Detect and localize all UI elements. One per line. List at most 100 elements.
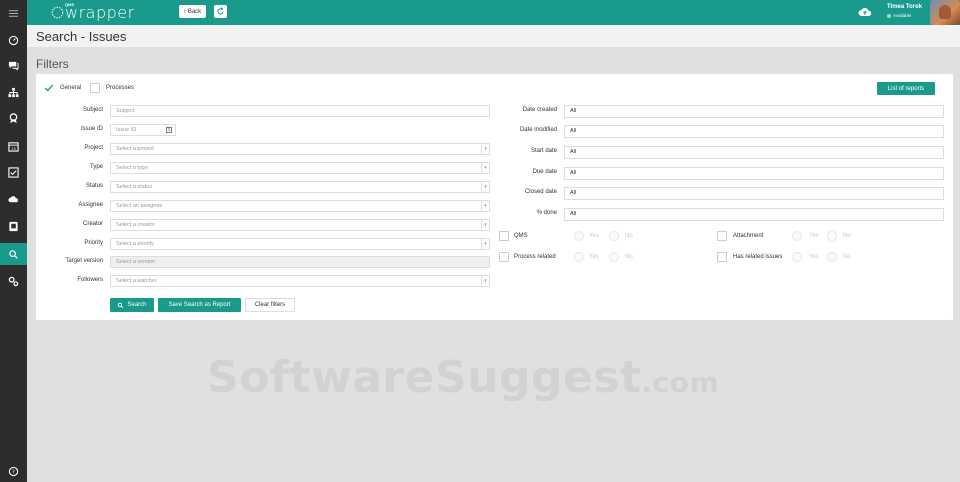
search-icon[interactable] [0, 243, 27, 265]
attachment-no-radio[interactable] [827, 231, 837, 241]
start-date-label: Start date [530, 148, 557, 154]
app-logo[interactable]: wrapper QMS [50, 2, 135, 22]
processes-checkbox[interactable] [90, 83, 100, 93]
due-date-label: Due date [532, 169, 557, 175]
svg-text:15: 15 [11, 147, 16, 151]
watermark-suffix: .com [641, 366, 720, 399]
qms-no-radio[interactable] [609, 231, 619, 241]
refresh-icon [217, 7, 224, 15]
attachment-yes-radio[interactable] [792, 231, 802, 241]
process-related-yes-label: Yes [589, 254, 599, 260]
document-icon[interactable] [0, 215, 27, 237]
search-button[interactable]: Search [110, 298, 154, 312]
followers-select[interactable]: Select a watcher ▾ [110, 275, 490, 287]
user-name[interactable]: Timea Torok [887, 4, 922, 10]
project-placeholder: Select a project [116, 146, 154, 152]
cloud-icon[interactable] [0, 188, 27, 210]
cloud-upload-icon[interactable] [858, 6, 872, 18]
checkmark-icon[interactable] [44, 83, 54, 93]
type-placeholder: Select a type [116, 165, 148, 171]
qms-no-label: No [625, 233, 633, 239]
has-related-issues-yes-radio[interactable] [792, 252, 802, 262]
chevron-left-icon: ‹ [183, 8, 186, 15]
avatar[interactable] [930, 0, 960, 25]
dashboard-icon[interactable] [0, 29, 27, 51]
issue-id-input[interactable]: Issue ID ⇕ [110, 124, 176, 136]
date-created-label: Date created [522, 107, 557, 113]
tab-general[interactable]: General [60, 85, 81, 91]
status-select[interactable]: Select a status ▾ [110, 181, 490, 193]
logo-icon [51, 6, 64, 18]
save-search-as-report-button[interactable]: Save Search as Report [158, 298, 241, 312]
qms-checkbox[interactable] [499, 231, 509, 241]
chevron-down-icon[interactable]: ▾ [481, 220, 489, 230]
chevron-down-icon[interactable]: ▾ [481, 201, 489, 211]
attachment-no-label: No [843, 233, 851, 239]
back-button[interactable]: ‹ Back [179, 5, 206, 18]
followers-label: Followers [77, 277, 103, 283]
closed-date-select[interactable]: All [564, 187, 944, 200]
target-version-select: Select a version [110, 256, 490, 268]
process-related-checkbox[interactable] [499, 252, 509, 262]
chevron-down-icon[interactable]: ▾ [481, 182, 489, 192]
done-select[interactable]: All [564, 208, 944, 221]
assignee-select[interactable]: Select an assignee ▾ [110, 200, 490, 212]
search-icon [118, 302, 124, 308]
qms-yes-label: Yes [589, 233, 599, 239]
project-label: Project [84, 145, 103, 151]
stepper-icon[interactable]: ⇕ [166, 127, 172, 133]
priority-placeholder: Select a priority [116, 241, 154, 247]
logo-tag: QMS [65, 2, 75, 7]
process-related-yes-radio[interactable] [574, 252, 584, 262]
has-related-issues-no-label: No [843, 254, 851, 260]
filters-panel: General Processes List of reports QMS Ye… [36, 74, 953, 320]
menu-icon[interactable] [0, 2, 27, 24]
start-date-select[interactable]: All [564, 146, 944, 159]
chevron-down-icon[interactable]: ▾ [481, 239, 489, 249]
project-select[interactable]: Select a project ▾ [110, 143, 490, 155]
chevron-down-icon[interactable]: ▾ [481, 163, 489, 173]
attachment-checkbox[interactable] [717, 231, 727, 241]
logo-text: wrapper [65, 2, 135, 22]
creator-select[interactable]: Select a creator ▾ [110, 219, 490, 231]
user-status-label: Available [893, 13, 912, 18]
chevron-down-icon[interactable]: ▾ [481, 144, 489, 154]
type-select[interactable]: Select a type ▾ [110, 162, 490, 174]
list-of-reports-button[interactable]: List of reports [877, 82, 935, 95]
closed-date-label: Closed date [524, 189, 557, 195]
settings-icon[interactable] [0, 270, 27, 292]
priority-select[interactable]: Select a priority ▾ [110, 238, 490, 250]
status-dot-icon [887, 13, 891, 18]
qms-yes-radio[interactable] [574, 231, 584, 241]
award-icon[interactable] [0, 107, 27, 129]
tab-processes[interactable]: Processes [106, 85, 134, 91]
attachment-label: Attachment [733, 233, 764, 239]
has-related-issues-yes-label: Yes [809, 254, 819, 260]
creator-placeholder: Select a creator [116, 222, 155, 228]
target-version-placeholder: Select a version [116, 259, 156, 265]
process-related-no-radio[interactable] [609, 252, 619, 262]
help-icon[interactable]: ? [0, 460, 27, 482]
refresh-button[interactable] [214, 5, 227, 18]
subject-input[interactable]: Subject [110, 105, 490, 117]
checklist-icon[interactable] [0, 161, 27, 183]
chevron-down-icon[interactable]: ▾ [481, 276, 489, 286]
org-chart-icon[interactable] [0, 81, 27, 103]
date-created-select[interactable]: All [564, 105, 944, 118]
calendar-icon[interactable]: 15 [0, 135, 27, 157]
status-label: Status [85, 183, 103, 189]
qms-label: QMS [514, 233, 528, 239]
clear-filters-button[interactable]: Clear filters [245, 298, 295, 312]
chat-icon[interactable] [0, 54, 27, 76]
sidebar: 15 ? [0, 0, 27, 482]
section-title: Filters [36, 57, 69, 71]
has-related-issues-no-radio[interactable] [827, 252, 837, 262]
date-modified-label: Date modified [519, 127, 557, 133]
subject-label: Subject [82, 107, 103, 113]
watermark: SoftwareSuggest.com [207, 352, 719, 403]
user-status: Available [887, 13, 911, 18]
has-related-issues-checkbox[interactable] [717, 252, 727, 262]
search-button-label: Search [127, 302, 147, 308]
date-modified-select[interactable]: All [564, 125, 944, 138]
due-date-select[interactable]: All [564, 167, 944, 180]
